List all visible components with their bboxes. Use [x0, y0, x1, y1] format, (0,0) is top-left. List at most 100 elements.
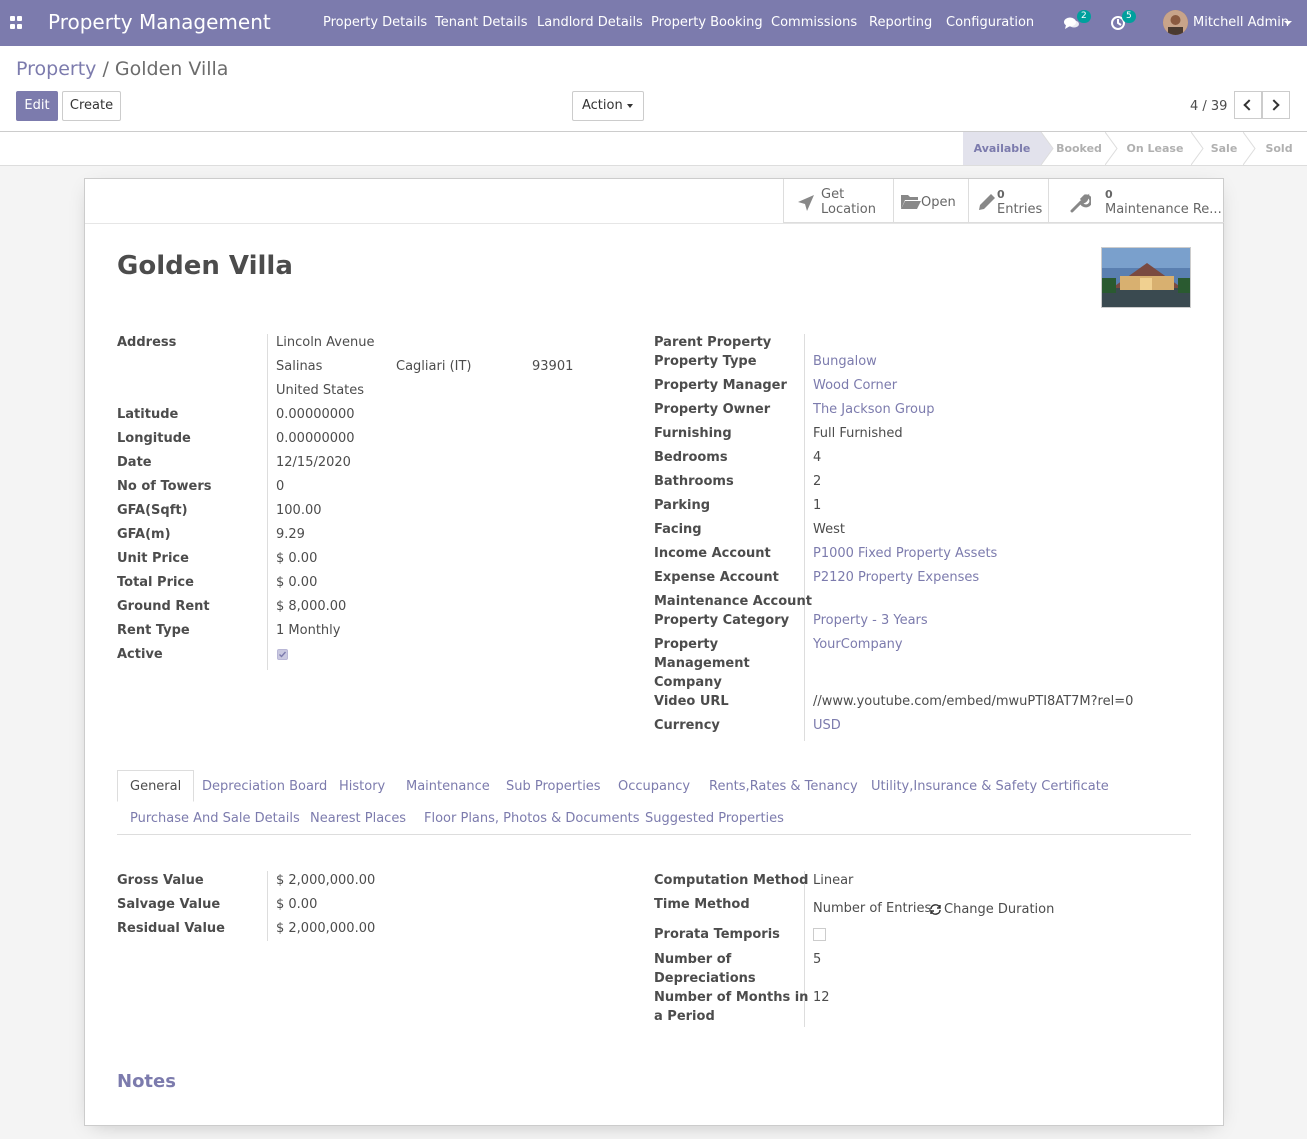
state-field[interactable]: Cagliari (IT): [396, 357, 472, 376]
unit-price-label: Unit Price: [117, 551, 189, 566]
currency-field[interactable]: USD: [813, 716, 841, 735]
bathrooms-field[interactable]: 2: [813, 472, 821, 491]
months-period-field[interactable]: 12: [813, 988, 830, 1007]
gfa-sqft-field[interactable]: 100.00: [276, 501, 322, 520]
country-field[interactable]: United States: [276, 381, 364, 400]
prorata-checkbox[interactable]: [813, 928, 826, 941]
months-period-label-2: a Period: [654, 1009, 715, 1024]
street-field[interactable]: Lincoln Avenue: [276, 333, 374, 352]
gfa-m-field[interactable]: 9.29: [276, 525, 305, 544]
folder-open-icon: [901, 195, 921, 209]
change-duration-button[interactable]: Change Duration: [944, 900, 1054, 919]
computation-method-field[interactable]: Linear: [813, 871, 853, 890]
active-checkbox[interactable]: [277, 649, 288, 660]
button-box-divider: [85, 223, 1223, 224]
tab-nearest-places[interactable]: Nearest Places: [310, 811, 406, 826]
total-price-field[interactable]: $ 0.00: [276, 573, 317, 592]
record-title[interactable]: Golden Villa: [117, 251, 293, 281]
video-url-field[interactable]: //www.youtube.com/embed/mwuPTI8AT7M?rel=…: [813, 692, 1133, 711]
app-brand[interactable]: Property Management: [48, 10, 271, 34]
furnishing-field[interactable]: Full Furnished: [813, 424, 903, 443]
income-account-field[interactable]: P1000 Fixed Property Assets: [813, 544, 997, 563]
create-button[interactable]: Create: [62, 91, 121, 121]
active-label: Active: [117, 647, 163, 662]
refresh-icon[interactable]: [929, 904, 942, 915]
status-bar: Available Booked On Lease Sale Sold: [0, 132, 1307, 166]
breadcrumb-separator: /: [102, 58, 109, 80]
menu-tenant-details[interactable]: Tenant Details: [435, 15, 527, 30]
date-field[interactable]: 12/15/2020: [276, 453, 351, 472]
pager-previous-button[interactable]: [1234, 91, 1262, 119]
stage-booked[interactable]: Booked: [1053, 132, 1105, 165]
tab-history[interactable]: History: [339, 779, 385, 794]
stage-available[interactable]: Available: [963, 132, 1041, 165]
num-depreciations-field[interactable]: 5: [813, 950, 821, 969]
pager-value[interactable]: 4 / 39: [1190, 99, 1227, 114]
menu-commissions[interactable]: Commissions: [771, 15, 857, 30]
chevron-right-icon: [1268, 99, 1280, 111]
longitude-field[interactable]: 0.00000000: [276, 429, 355, 448]
date-label: Date: [117, 455, 152, 470]
property-category-field[interactable]: Property - 3 Years: [813, 611, 928, 630]
menu-property-booking[interactable]: Property Booking: [651, 15, 763, 30]
gross-value-field[interactable]: $ 2,000,000.00: [276, 871, 375, 890]
tab-floor-plans[interactable]: Floor Plans, Photos & Documents: [424, 811, 640, 826]
edit-button[interactable]: Edit: [16, 91, 58, 121]
get-location-button[interactable]: Get Location: [783, 179, 893, 223]
maintenance-button[interactable]: 0 Maintenance Re...: [1048, 179, 1224, 223]
bedrooms-field[interactable]: 4: [813, 448, 821, 467]
tab-depreciation-board[interactable]: Depreciation Board: [202, 779, 327, 794]
ground-rent-field[interactable]: $ 8,000.00: [276, 597, 346, 616]
pm-company-label-2: Management: [654, 656, 750, 671]
tab-utility-insurance[interactable]: Utility,Insurance & Safety Certificate: [871, 779, 1109, 794]
rent-type-field[interactable]: 1 Monthly: [276, 621, 340, 640]
towers-field[interactable]: 0: [276, 477, 284, 496]
tab-rents-rates-tenancy[interactable]: Rents,Rates & Tenancy: [709, 779, 858, 794]
currency-label: Currency: [654, 718, 720, 733]
form-sheet: Get Location Open 0 Entries 0 Maintenanc…: [84, 178, 1224, 1126]
stage-sold[interactable]: Sold: [1257, 132, 1301, 165]
property-type-field[interactable]: Bungalow: [813, 352, 877, 371]
action-dropdown[interactable]: Action: [572, 91, 644, 121]
facing-label: Facing: [654, 522, 702, 537]
pm-company-label-3: Company: [654, 675, 722, 690]
city-field[interactable]: Salinas: [276, 357, 322, 376]
gfa-m-label: GFA(m): [117, 527, 171, 542]
menu-reporting[interactable]: Reporting: [869, 15, 932, 30]
property-owner-field[interactable]: The Jackson Group: [813, 400, 934, 419]
stage-sale[interactable]: Sale: [1205, 132, 1243, 165]
user-caret-icon[interactable]: [1284, 21, 1292, 25]
property-image[interactable]: [1101, 247, 1191, 308]
latitude-field[interactable]: 0.00000000: [276, 405, 355, 424]
time-method-field[interactable]: Number of Entries: [813, 899, 931, 918]
breadcrumb-parent[interactable]: Property: [16, 58, 96, 80]
stage-on-lease[interactable]: On Lease: [1119, 132, 1191, 165]
tab-maintenance[interactable]: Maintenance: [406, 779, 490, 794]
menu-property-details[interactable]: Property Details: [323, 15, 427, 30]
expense-account-field[interactable]: P2120 Property Expenses: [813, 568, 979, 587]
stage-arrow-icon: [1191, 132, 1204, 165]
tab-general[interactable]: General: [117, 770, 195, 802]
unit-price-field[interactable]: $ 0.00: [276, 549, 317, 568]
pager-next-button[interactable]: [1262, 91, 1290, 119]
tab-suggested-properties[interactable]: Suggested Properties: [645, 811, 784, 826]
menu-configuration[interactable]: Configuration: [946, 15, 1034, 30]
parking-field[interactable]: 1: [813, 496, 821, 515]
tab-occupancy[interactable]: Occupancy: [618, 779, 690, 794]
menu-landlord-details[interactable]: Landlord Details: [537, 15, 643, 30]
entries-button[interactable]: 0 Entries: [968, 179, 1048, 223]
residual-value-field[interactable]: $ 2,000,000.00: [276, 919, 375, 938]
tab-sub-properties[interactable]: Sub Properties: [506, 779, 601, 794]
user-menu[interactable]: Mitchell Admin: [1193, 15, 1289, 30]
apps-menu-icon[interactable]: [10, 16, 23, 29]
tab-purchase-sale[interactable]: Purchase And Sale Details: [130, 811, 300, 826]
salvage-value-field[interactable]: $ 0.00: [276, 895, 317, 914]
time-method-label: Time Method: [654, 897, 750, 912]
open-button[interactable]: Open: [893, 179, 968, 223]
zip-field[interactable]: 93901: [532, 357, 573, 376]
user-avatar[interactable]: [1163, 10, 1188, 35]
gross-value-label: Gross Value: [117, 873, 204, 888]
property-manager-field[interactable]: Wood Corner: [813, 376, 897, 395]
pm-company-field[interactable]: YourCompany: [813, 635, 903, 654]
facing-field[interactable]: West: [813, 520, 845, 539]
